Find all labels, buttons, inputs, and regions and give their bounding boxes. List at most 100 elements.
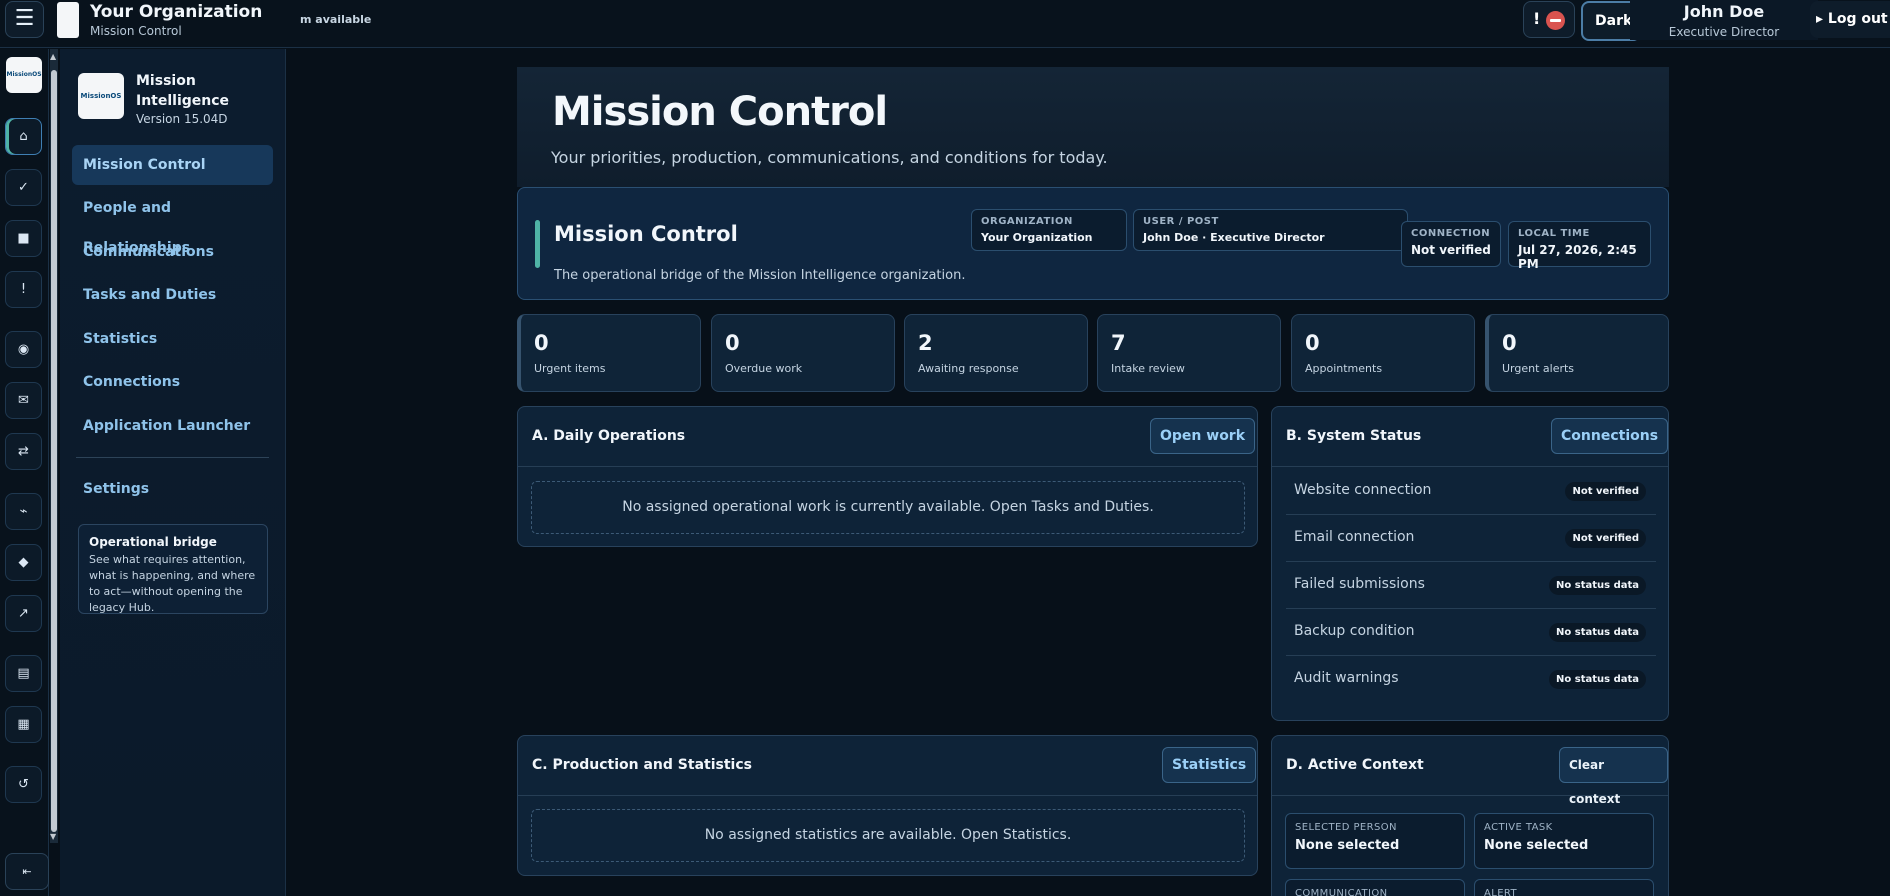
sidebar-item-mission-control[interactable]: Mission Control — [72, 145, 273, 185]
brand-name: Mission Intelligence — [136, 73, 230, 109]
sidebar-item-connections[interactable]: Connections — [72, 362, 273, 402]
user-post-value: John Doe · Executive Director — [1143, 231, 1325, 244]
sidebar-divider — [76, 457, 269, 458]
rail-launch-icon[interactable]: ↗ — [5, 595, 42, 632]
kpi-value: 0 — [1305, 331, 1320, 355]
communication-label: COMMUNICATION — [1295, 888, 1388, 896]
clear-context-button[interactable]: Clear context — [1559, 747, 1668, 806]
kpi-value: 7 — [1111, 331, 1126, 355]
rail-scrollbar[interactable] — [50, 49, 58, 843]
kpi-value: 0 — [1502, 331, 1517, 355]
availability-text: m available — [300, 13, 372, 26]
card-title: C. Production and Statistics — [532, 757, 752, 773]
connection-box: CONNECTION Not verified — [1401, 221, 1501, 267]
status-badge: Not verified — [1565, 482, 1646, 501]
kpi-label: Urgent alerts — [1502, 362, 1575, 375]
rail-grid-icon[interactable]: ▦ — [5, 706, 42, 743]
daily-ops-empty-state: No assigned operational work is currentl… — [531, 481, 1245, 534]
panel-title: Mission Control — [554, 222, 738, 246]
sidebar-item-communications[interactable]: Communications — [72, 232, 273, 272]
kpi-value: 0 — [725, 331, 740, 355]
sidebar-item-settings[interactable]: Settings — [72, 469, 273, 509]
alerts-button[interactable]: ! — [1523, 1, 1575, 38]
sidebar: MissionOS Mission Intelligence Version 1… — [60, 49, 286, 896]
communication-box: COMMUNICATION — [1285, 879, 1465, 896]
kpi-urgent-alerts[interactable]: 0 Urgent alerts — [1485, 314, 1669, 392]
status-label: Website connection — [1294, 482, 1432, 498]
rail-exchange-icon[interactable]: ⇄ — [5, 433, 42, 470]
rail-list-icon[interactable]: ▤ — [5, 655, 42, 692]
user-name: John Doe — [1683, 2, 1765, 21]
active-context-card: D. Active Context Clear context SELECTED… — [1271, 735, 1669, 896]
brand-version: Version 15.04D — [136, 112, 228, 126]
selected-person-box: SELECTED PERSON None selected — [1285, 813, 1465, 869]
page-subtitle: Your priorities, production, communicati… — [551, 148, 1108, 167]
sidebar-item-statistics[interactable]: Statistics — [72, 319, 273, 359]
card-header: D. Active Context Clear context — [1272, 736, 1668, 806]
daily-operations-card: A. Daily Operations Open work No assigne… — [517, 406, 1258, 547]
kpi-value: 0 — [534, 331, 549, 355]
menu-icon[interactable]: ☰ — [5, 1, 44, 38]
rail-people-icon[interactable]: ◉ — [5, 331, 42, 368]
open-work-button[interactable]: Open work — [1150, 418, 1256, 454]
rail-refresh-icon[interactable]: ↺ — [5, 766, 42, 803]
connection-label: CONNECTION — [1411, 228, 1491, 239]
user-post-label: USER / POST — [1143, 216, 1219, 227]
user-menu[interactable]: John Doe Executive Director — [1630, 0, 1818, 40]
card-header: C. Production and Statistics Statistics — [518, 736, 1257, 796]
sidebar-item-app-launcher[interactable]: Application Launcher — [72, 406, 273, 446]
sidebar-item-tasks[interactable]: Tasks and Duties — [72, 275, 273, 315]
rail-logo[interactable]: MissionOS — [6, 57, 42, 93]
rail-diamond-icon[interactable]: ◆ — [5, 544, 42, 581]
organization-label: ORGANIZATION — [981, 216, 1073, 227]
sidebar-item-people[interactable]: People and Relationships — [72, 188, 273, 256]
do-not-disturb-icon — [1546, 11, 1565, 30]
statistics-button[interactable]: Statistics — [1162, 747, 1257, 783]
rail-scroll-thumb[interactable] — [51, 70, 57, 832]
rail-home-icon[interactable]: ⌂ — [5, 118, 42, 155]
kpi-urgent-items[interactable]: 0 Urgent items — [517, 314, 701, 392]
user-role: Executive Director — [1668, 25, 1780, 39]
kpi-label: Overdue work — [725, 362, 803, 375]
organization-box: ORGANIZATION Your Organization — [971, 209, 1127, 251]
rail-square-icon[interactable]: ■ — [5, 220, 42, 257]
kpi-awaiting-response[interactable]: 2 Awaiting response — [904, 314, 1088, 392]
production-empty-state: No assigned statistics are available. Op… — [531, 809, 1245, 862]
status-row-backup: Backup condition No status data — [1286, 609, 1656, 656]
page-title: Mission Control — [552, 89, 888, 135]
connections-button[interactable]: Connections — [1551, 418, 1669, 454]
active-task-value: None selected — [1484, 838, 1589, 853]
scroll-up-icon[interactable]: ▲ — [50, 52, 56, 61]
panel-accent-bar — [535, 220, 540, 268]
kpi-intake-review[interactable]: 7 Intake review — [1097, 314, 1281, 392]
kpi-appointments[interactable]: 0 Appointments — [1291, 314, 1475, 392]
status-row-audit: Audit warnings No status data — [1286, 656, 1656, 703]
kpi-label: Appointments — [1305, 362, 1383, 375]
kpi-label: Awaiting response — [918, 362, 1019, 375]
collapse-sidebar-icon[interactable]: ⇤ — [5, 853, 49, 890]
active-task-label: ACTIVE TASK — [1484, 822, 1553, 833]
production-statistics-card: C. Production and Statistics Statistics … — [517, 735, 1258, 876]
alert-label: ALERT — [1484, 888, 1518, 896]
kpi-overdue-work[interactable]: 0 Overdue work — [711, 314, 895, 392]
page-header: Mission Control Your priorities, product… — [517, 67, 1669, 187]
status-label: Backup condition — [1294, 623, 1415, 639]
top-bar: ☰ Your Organization Mission Control m av… — [0, 0, 1890, 48]
rail-alert-icon[interactable]: ! — [5, 271, 42, 308]
local-time-box: LOCAL TIME Jul 27, 2026, 2:45 PM — [1508, 221, 1651, 271]
rail-check-icon[interactable]: ✓ — [5, 169, 42, 206]
rail-mail-icon[interactable]: ✉ — [5, 382, 42, 419]
status-label: Audit warnings — [1294, 670, 1399, 686]
logout-label: Log out — [1827, 11, 1888, 27]
status-label: Email connection — [1294, 529, 1415, 545]
rail-chart-icon[interactable]: ⌁ — [5, 493, 42, 530]
active-task-box: ACTIVE TASK None selected — [1474, 813, 1654, 869]
selected-person-label: SELECTED PERSON — [1295, 822, 1397, 833]
alert-box: ALERT — [1474, 879, 1654, 896]
alert-icon: ! — [1533, 9, 1541, 28]
scroll-down-icon[interactable]: ▼ — [50, 832, 56, 841]
logout-button[interactable]: ▸ Log out — [1810, 1, 1890, 38]
org-subtitle: Mission Control — [90, 24, 182, 38]
status-badge: No status data — [1549, 623, 1646, 642]
panel-subtitle: The operational bridge of the Mission In… — [554, 268, 966, 283]
